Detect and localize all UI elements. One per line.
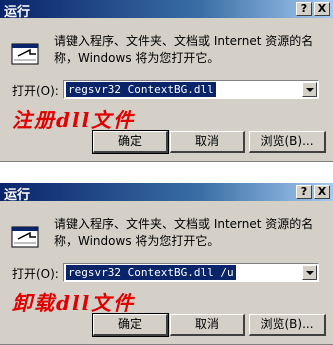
browse-button[interactable]: 浏览(B)... [249,131,326,153]
command-input[interactable]: regsvr32 ContextBG.dll /u [63,263,319,282]
command-input[interactable]: regsvr32 ContextBG.dll [63,80,319,99]
title-bar[interactable]: 运行 ? X [0,0,333,20]
dialog-title: 运行 [4,5,31,20]
dialog-description: 请键入程序、文件夹、文档或 Internet 资源的名称，Windows 将为您… [54,217,314,248]
run-icon [11,43,39,65]
open-label: 打开(O): [12,267,59,281]
dropdown-arrow-icon[interactable] [302,82,317,97]
run-dialog-register: 运行 ? X 请键入程序、文件夹、文档或 Internet 资源的名称，Wind… [0,0,333,162]
annotation-caption: 注册dll文件 [12,108,136,132]
browse-button[interactable]: 浏览(B)... [249,314,326,336]
cancel-button[interactable]: 取消 [170,314,245,336]
dialog-description: 请键入程序、文件夹、文档或 Internet 资源的名称，Windows 将为您… [54,34,314,65]
command-text[interactable]: regsvr32 ContextBG.dll [66,82,216,97]
title-bar[interactable]: 运行 ? X [0,183,333,203]
open-label: 打开(O): [12,84,59,98]
dropdown-arrow-icon[interactable] [302,265,317,280]
help-button[interactable]: ? [296,185,312,199]
ok-button[interactable]: 确定 [92,313,169,337]
dialog-title: 运行 [4,188,31,203]
run-icon [11,226,39,248]
help-button[interactable]: ? [296,2,312,16]
run-dialog-unregister: 运行 ? X 请键入程序、文件夹、文档或 Internet 资源的名称，Wind… [0,183,333,345]
close-button[interactable]: X [314,185,330,199]
annotation-caption: 卸载dll文件 [12,291,136,315]
close-button[interactable]: X [314,2,330,16]
ok-button[interactable]: 确定 [92,130,169,154]
command-text[interactable]: regsvr32 ContextBG.dll /u [66,265,236,280]
cancel-button[interactable]: 取消 [170,131,245,153]
